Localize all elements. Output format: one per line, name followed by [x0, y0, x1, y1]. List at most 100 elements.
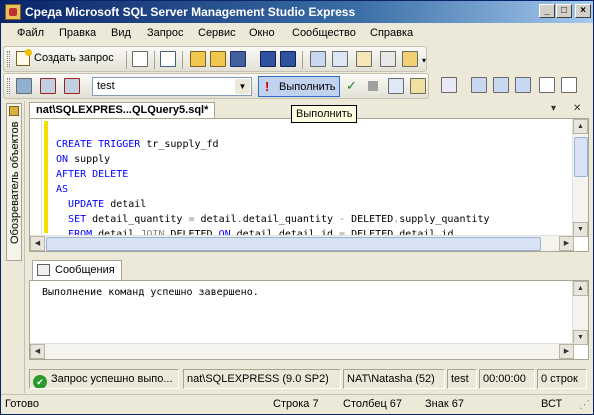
scroll-left-icon[interactable]: ◀ [30, 344, 45, 359]
scroll-thumb[interactable] [46, 237, 541, 251]
scroll-up-icon[interactable]: ▲ [573, 281, 588, 296]
user-cell: NAT\Natasha (52) [343, 369, 445, 389]
comment-out-icon[interactable] [539, 77, 555, 93]
close-button[interactable]: × [575, 4, 591, 18]
object-explorer-icon[interactable] [332, 51, 348, 67]
rows-cell: 0 строк [537, 369, 587, 389]
new-query-button[interactable]: Создать запрос [14, 49, 118, 69]
save-all-icon[interactable] [280, 51, 296, 67]
open-file-icon[interactable] [210, 51, 226, 67]
status-column: Столбец 67 [343, 398, 403, 410]
menu-query[interactable]: Запрос [147, 27, 183, 39]
document-area: nat\SQLEXPRES...QLQuery5.sql* ▾ ✕ CREATE… [27, 101, 591, 393]
title-bar[interactable]: Среда Microsoft SQL Server Management St… [1, 1, 593, 23]
results-to-grid-icon[interactable] [493, 77, 509, 93]
execute-button[interactable]: ! Выполнить [258, 76, 340, 97]
display-plan-icon[interactable] [388, 78, 404, 94]
menu-help[interactable]: Справка [370, 27, 413, 39]
editor-vertical-scrollbar[interactable]: ▲ ▼ [572, 119, 588, 237]
server-cell: nat\SQLEXPRESS (9.0 SP2) [183, 369, 341, 389]
success-check-icon: ✔ [33, 375, 47, 388]
database-select[interactable]: test ▼ [92, 77, 252, 96]
save-icon[interactable] [260, 51, 276, 67]
registered-servers-icon[interactable] [310, 51, 326, 67]
menu-community[interactable]: Сообщество [292, 27, 356, 39]
toolbar-grip[interactable] [7, 51, 10, 67]
parse-check-icon[interactable]: ✓ [346, 78, 357, 94]
summary-icon[interactable] [402, 51, 418, 67]
status-char: Знак 67 [425, 398, 464, 410]
messages-tab[interactable]: Сообщения [32, 260, 122, 280]
new-query-icon [16, 49, 32, 66]
close-document-icon[interactable]: ✕ [573, 103, 581, 114]
code-line: UPDATE detail [68, 199, 147, 210]
menu-edit[interactable]: Правка [59, 27, 96, 39]
code-line: AFTER DELETE [56, 169, 129, 180]
new-file-icon[interactable] [132, 51, 148, 67]
execute-icon: ! [265, 79, 270, 94]
elapsed-cell: 00:00:00 [479, 369, 535, 389]
minimize-button[interactable]: _ [539, 4, 555, 18]
template-explorer-icon[interactable] [356, 51, 372, 67]
chevron-down-icon[interactable]: ▼ [235, 79, 250, 94]
scroll-down-icon[interactable]: ▼ [573, 222, 588, 237]
messages-horizontal-scrollbar[interactable]: ◀ ▶ [30, 343, 574, 359]
cancel-query-icon[interactable] [368, 81, 378, 91]
object-explorer-tab-label: Обозреватель объектов [9, 122, 21, 245]
sql-code[interactable]: CREATE TRIGGER tr_supply_fd ON supply AFTE… [56, 122, 490, 242]
window-title: Среда Microsoft SQL Server Management St… [25, 5, 356, 19]
change-connection-icon[interactable] [64, 78, 80, 94]
scroll-thumb[interactable] [574, 137, 588, 177]
new-query-label: Создать запрос [34, 52, 114, 64]
database-cell: test [447, 369, 477, 389]
menu-tools[interactable]: Сервис [198, 27, 236, 39]
uncomment-icon[interactable] [561, 77, 577, 93]
menu-view[interactable]: Вид [111, 27, 131, 39]
results-tab-bar: Сообщения [29, 258, 589, 280]
messages-pane[interactable]: Выполнение команд успешно завершено. ▲ ▼… [29, 280, 589, 360]
query-status-strip: ✔ Запрос успешно выпо... nat\SQLEXPRESS (… [29, 367, 589, 391]
query-document-tab[interactable]: nat\SQLEXPRES...QLQuery5.sql* [29, 102, 216, 118]
query-status-text: Запрос успешно выпо... [51, 373, 173, 385]
query-designer-icon[interactable] [441, 77, 457, 93]
connect-icon[interactable] [16, 78, 32, 94]
object-explorer-tab[interactable]: Обозреватель объектов [6, 103, 22, 261]
left-dock: Обозреватель объектов [3, 101, 25, 393]
results-to-text-icon[interactable] [471, 77, 487, 93]
scroll-up-icon[interactable]: ▲ [573, 119, 588, 134]
status-ready: Готово [5, 398, 39, 410]
disconnect-icon[interactable] [40, 78, 56, 94]
sql-editor[interactable]: CREATE TRIGGER tr_supply_fd ON supply AFTE… [29, 118, 589, 252]
toolbar-overflow-icon[interactable]: ▾ [422, 56, 426, 65]
open-folder-icon[interactable] [190, 51, 206, 67]
properties-icon[interactable] [380, 51, 396, 67]
ssms-app-icon[interactable] [5, 4, 21, 20]
open-project-icon[interactable] [230, 51, 246, 67]
database-select-value: test [97, 80, 115, 92]
sql-editor-toolbar: test ▼ ! Выполнить ✓ [3, 73, 429, 99]
maximize-button[interactable]: □ [556, 4, 572, 18]
toolbar-separator [182, 51, 183, 69]
standard-toolbar: Создать запрос ▾ [3, 46, 427, 72]
messages-vertical-scrollbar[interactable]: ▲ ▼ [572, 281, 588, 345]
result-message: Выполнение команд успешно завершено. [42, 287, 259, 298]
menu-file[interactable]: Файл [17, 27, 44, 39]
change-indicator-bar [44, 121, 48, 233]
menu-window[interactable]: Окно [249, 27, 275, 39]
query-options-icon[interactable] [410, 78, 426, 94]
code-line: AS [56, 184, 69, 195]
execute-tooltip: Выполнить [291, 105, 358, 123]
resize-grip-icon[interactable]: ⋰ [579, 398, 590, 411]
new-project-icon[interactable] [160, 51, 176, 67]
toolbar-grip[interactable] [7, 78, 10, 94]
document-list-icon[interactable]: ▾ [551, 103, 556, 114]
main-window: Среда Microsoft SQL Server Management St… [0, 0, 594, 415]
editor-horizontal-scrollbar[interactable]: ◀ ▶ [30, 235, 574, 251]
code-line: ON supply [56, 154, 111, 165]
scroll-down-icon[interactable]: ▼ [573, 330, 588, 345]
scroll-right-icon[interactable]: ▶ [559, 344, 574, 359]
scroll-right-icon[interactable]: ▶ [559, 236, 574, 251]
object-explorer-tab-icon [9, 106, 19, 116]
scroll-left-icon[interactable]: ◀ [30, 236, 45, 251]
results-to-file-icon[interactable] [515, 77, 531, 93]
